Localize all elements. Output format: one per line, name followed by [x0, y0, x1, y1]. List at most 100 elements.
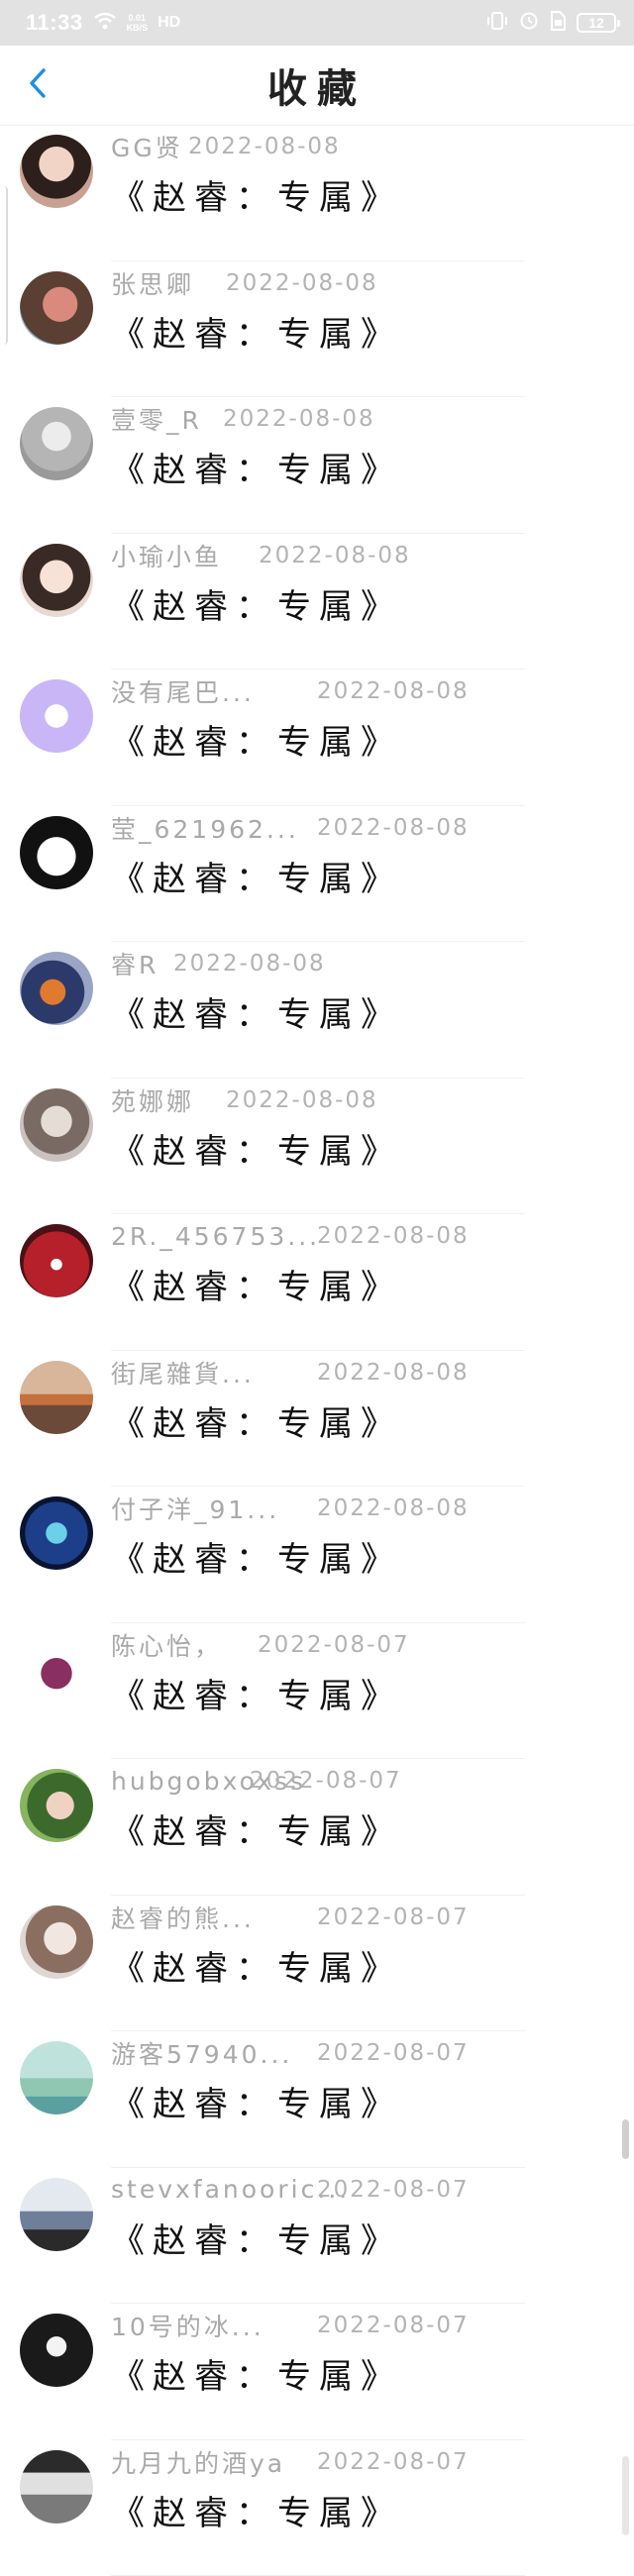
- avatar[interactable]: [20, 2041, 93, 2114]
- list-item[interactable]: 赵睿的熊... 2022-08-07 《赵睿：专属》: [0, 1896, 634, 2032]
- battery-level: 12: [588, 15, 604, 31]
- item-date: 2022-08-08: [317, 673, 470, 709]
- list-item[interactable]: 游客57940... 2022-08-07 《赵睿：专属》: [0, 2031, 634, 2168]
- item-date: 2022-08-07: [317, 2172, 470, 2208]
- item-date: 2022-08-08: [223, 401, 375, 437]
- user-name: 苑娜娜: [111, 1082, 194, 1118]
- user-name: 九月九的酒ya: [111, 2444, 285, 2480]
- net-speed-value: 0.01: [129, 13, 147, 23]
- list-item[interactable]: 小瑜小鱼 2022-08-08 《赵睿：专属》: [0, 534, 634, 670]
- avatar[interactable]: [20, 1496, 93, 1570]
- item-title: 《赵睿：专属》: [111, 2486, 402, 2534]
- favorites-list: GG贤2022-08-08《赵睿：专属》张思卿2022-08-08《赵睿：专属》…: [0, 125, 634, 2576]
- user-name: 游客57940...: [111, 2035, 292, 2071]
- item-title: 《赵睿：专属》: [111, 1941, 402, 1990]
- avatar[interactable]: [20, 1088, 93, 1162]
- item-title: 《赵睿：专属》: [111, 170, 402, 219]
- item-title: 《赵睿：专属》: [111, 307, 402, 356]
- list-item[interactable]: stevxfanooric...2022-08-07 《赵睿：专属》: [0, 2168, 634, 2305]
- item-title: 《赵睿：专属》: [111, 2214, 402, 2262]
- status-right: 12: [485, 11, 616, 36]
- list-item[interactable]: 莹_621962...2022-08-08《赵睿：专属》: [0, 806, 634, 943]
- list-item[interactable]: 2R._456753...2022-08-08《赵睿：专属》: [0, 1214, 634, 1351]
- item-title: 《赵睿：专属》: [111, 1669, 402, 1717]
- avatar[interactable]: [20, 271, 93, 345]
- list-item[interactable]: 街尾雜貨...2022-08-08《赵睿：专属》: [0, 1351, 634, 1488]
- user-name: 莹_621962...: [111, 810, 299, 846]
- item-date: 2022-08-07: [258, 1627, 410, 1663]
- list-item[interactable]: 10号的冰...2022-08-07《赵睿：专属》: [0, 2304, 634, 2440]
- list-item[interactable]: 睿R2022-08-08《赵睿：专属》: [0, 942, 634, 1079]
- item-title: 《赵睿：专属》: [111, 1124, 402, 1173]
- avatar[interactable]: [20, 544, 93, 617]
- hd-network-label: HD: [158, 14, 180, 32]
- item-date: 2022-08-07: [317, 2444, 470, 2480]
- item-date: 2022-08-08: [317, 810, 470, 846]
- avatar[interactable]: [20, 1224, 93, 1297]
- avatar[interactable]: [20, 135, 93, 208]
- list-item[interactable]: 没有尾巴... 2022-08-08 《赵睿：专属》: [0, 670, 634, 806]
- avatar[interactable]: [20, 816, 93, 889]
- avatar[interactable]: [20, 2178, 93, 2251]
- net-speed: 0.01 KB/S: [127, 13, 149, 33]
- avatar[interactable]: [20, 1633, 93, 1706]
- vibrate-icon: [485, 11, 509, 36]
- item-title: 《赵睿：专属》: [111, 1532, 402, 1581]
- item-date: 2022-08-08: [317, 1355, 470, 1391]
- scrollbar-thumb[interactable]: [622, 2119, 629, 2159]
- item-title: 《赵睿：专属》: [111, 579, 402, 628]
- avatar[interactable]: [20, 2314, 93, 2387]
- status-left: 11:33 0.01 KB/S HD: [26, 10, 180, 36]
- item-date: 2022-08-08: [226, 1082, 378, 1118]
- avatar[interactable]: [20, 1769, 93, 1842]
- user-name: 没有尾巴...: [111, 673, 255, 709]
- status-time: 11:33: [26, 10, 83, 36]
- avatar[interactable]: [20, 407, 93, 480]
- list-item[interactable]: 付子洋_91... 2022-08-08 《赵睿：专属》: [0, 1487, 634, 1623]
- item-date: 2022-08-08: [317, 1491, 470, 1526]
- back-button[interactable]: [14, 61, 61, 109]
- avatar[interactable]: [20, 1906, 93, 1979]
- navigation-header: 收藏: [0, 46, 634, 126]
- user-name: 2R._456753...: [111, 1218, 320, 1254]
- user-name: 付子洋_91...: [111, 1491, 279, 1526]
- item-date: 2022-08-08: [259, 538, 411, 573]
- status-bar: 11:33 0.01 KB/S HD 12: [0, 0, 634, 46]
- avatar[interactable]: [20, 2450, 93, 2524]
- page-title: 收藏: [267, 56, 367, 114]
- list-item[interactable]: 苑娜娜 2022-08-08 《赵睿：专属》: [0, 1079, 634, 1215]
- item-date: 2022-08-07: [317, 1900, 470, 1935]
- user-name: stevxfanooric...: [111, 2172, 350, 2208]
- user-name: 陈心怡，: [111, 1627, 222, 1663]
- user-name: 赵睿的熊...: [111, 1900, 255, 1935]
- user-name: 壹零_R: [111, 401, 202, 437]
- user-name: 小瑜小鱼: [111, 538, 222, 573]
- wifi-icon: [93, 12, 117, 35]
- user-name: 睿R: [111, 946, 158, 981]
- item-date: 2022-08-07: [317, 2035, 470, 2071]
- item-date: 2022-08-08: [226, 265, 378, 301]
- item-title: 《赵睿：专属》: [111, 1260, 402, 1308]
- item-date: 2022-08-08: [188, 129, 341, 164]
- battery-icon: 12: [577, 13, 616, 33]
- sim-icon: [549, 11, 567, 36]
- list-item[interactable]: hubgobxoxss2022-08-07《赵睿：专属》: [0, 1759, 634, 1896]
- user-name: 10号的冰...: [111, 2308, 264, 2343]
- list-item[interactable]: 陈心怡， 2022-08-07 《赵睿：专属》: [0, 1623, 634, 1760]
- list-item[interactable]: GG贤2022-08-08 《赵睿：专属》: [0, 125, 634, 261]
- list-item[interactable]: 壹零_R2022-08-08《赵睿：专属》: [0, 397, 634, 534]
- item-date: 2022-08-07: [250, 1763, 402, 1799]
- user-name: GG贤: [111, 129, 183, 164]
- list-item[interactable]: 张思卿 2022-08-08 《赵睿：专属》: [0, 261, 634, 398]
- avatar[interactable]: [20, 679, 93, 753]
- scrollbar-track-end: [622, 2456, 629, 2535]
- avatar[interactable]: [20, 952, 93, 1025]
- list-item[interactable]: 九月九的酒ya 2022-08-07 《赵睿：专属》: [0, 2440, 634, 2576]
- alarm-icon: [519, 11, 539, 36]
- item-title: 《赵睿：专属》: [111, 1804, 402, 1853]
- item-title: 《赵睿：专属》: [111, 715, 402, 764]
- avatar[interactable]: [20, 1361, 93, 1434]
- item-title: 《赵睿：专属》: [111, 2077, 402, 2125]
- user-name: 张思卿: [111, 265, 194, 301]
- item-date: 2022-08-08: [173, 946, 326, 981]
